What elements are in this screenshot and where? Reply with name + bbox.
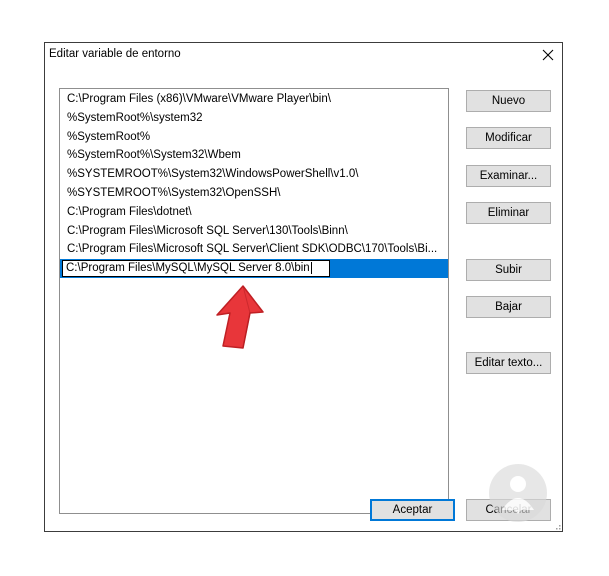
list-item-selected[interactable]: C:\Program Files\MySQL\MySQL Server 8.0\… [60, 259, 448, 278]
move-down-button[interactable]: Bajar [466, 296, 551, 318]
list-item[interactable]: C:\Program Files\dotnet\ [60, 203, 448, 222]
browse-button[interactable]: Examinar... [466, 165, 551, 187]
watermark-logo-icon [489, 464, 547, 522]
delete-button[interactable]: Eliminar [466, 202, 551, 224]
list-item[interactable]: %SYSTEMROOT%\System32\WindowsPowerShell\… [60, 165, 448, 184]
path-edit-value: C:\Program Files\MySQL\MySQL Server 8.0\… [66, 262, 310, 275]
resize-grip-icon[interactable] [553, 522, 561, 530]
edit-text-button[interactable]: Editar texto... [466, 352, 551, 374]
list-item[interactable]: C:\Program Files\Microsoft SQL Server\Cl… [60, 240, 448, 259]
close-icon [542, 49, 554, 61]
text-caret [310, 262, 312, 275]
list-item[interactable]: %SystemRoot% [60, 128, 448, 147]
modify-button[interactable]: Modificar [466, 127, 551, 149]
path-edit-input[interactable]: C:\Program Files\MySQL\MySQL Server 8.0\… [62, 260, 330, 278]
new-button[interactable]: Nuevo [466, 90, 551, 112]
edit-environment-variable-dialog: Editar variable de entorno C:\Program Fi… [44, 42, 563, 532]
list-item[interactable]: %SystemRoot%\System32\Wbem [60, 146, 448, 165]
dialog-title: Editar variable de entorno [49, 48, 181, 60]
title-bar: Editar variable de entorno [45, 43, 562, 67]
close-button[interactable] [538, 45, 558, 65]
ok-button[interactable]: Aceptar [370, 499, 455, 521]
list-item[interactable]: %SystemRoot%\system32 [60, 109, 448, 128]
list-item[interactable]: C:\Program Files (x86)\VMware\VMware Pla… [60, 90, 448, 109]
pointer-arrow-icon [216, 285, 264, 349]
list-item[interactable]: C:\Program Files\Microsoft SQL Server\13… [60, 222, 448, 241]
list-item[interactable]: %SYSTEMROOT%\System32\OpenSSH\ [60, 184, 448, 203]
move-up-button[interactable]: Subir [466, 259, 551, 281]
